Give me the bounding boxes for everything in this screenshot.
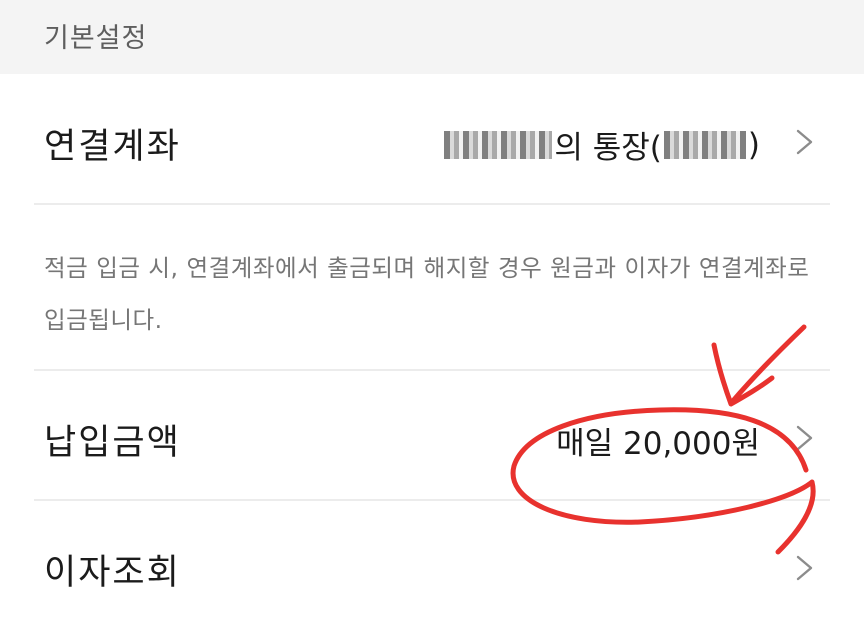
account-value-suffix: 의 통장( [554,130,662,166]
account-value-close: ) [747,126,760,163]
chevron-right-icon [794,424,816,452]
linked-account-label: 연결계좌 [44,127,181,167]
linked-account-row[interactable]: 연결계좌 의 통장() [0,74,864,204]
payment-amount-row[interactable]: 납입금액 매일 20,000원 [0,370,864,500]
interest-inquiry-label: 이자조회 [44,553,181,593]
chevron-right-icon [794,554,816,582]
section-title: 기본설정 [44,23,148,54]
section-header: 기본설정 [0,0,864,74]
masked-account-number [663,130,746,159]
interest-inquiry-row[interactable]: 이자조회 [0,500,864,630]
masked-account-holder [444,130,553,159]
notice-text: 적금 입금 시, 연결계좌에서 출금되며 해지할 경우 원금과 이자가 연결계좌… [44,254,810,334]
payment-amount-label: 납입금액 [44,423,181,463]
payment-amount-value: 매일 20,000원 [556,426,760,462]
divider [34,203,830,205]
chevron-right-icon [794,128,816,156]
linked-account-value: 의 통장() [444,122,760,167]
